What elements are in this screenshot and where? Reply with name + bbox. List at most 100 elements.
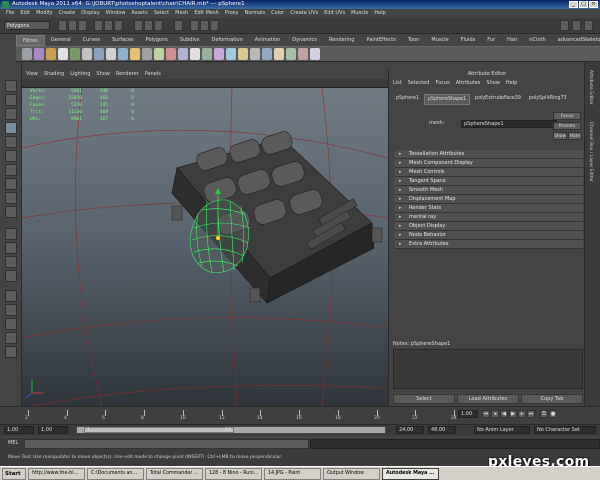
shelf-tab-ncloth[interactable]: nCloth	[523, 35, 551, 46]
select-object-icon[interactable]	[104, 20, 113, 31]
current-frame-field[interactable]: 1.00	[458, 410, 478, 418]
animation-start-field[interactable]: 1.00	[4, 426, 34, 434]
menu-muscle[interactable]: Muscle	[351, 9, 368, 18]
menu-help[interactable]: Help	[374, 9, 385, 18]
playback-start-field[interactable]: 1.00	[38, 426, 68, 434]
snap-grid-icon[interactable]	[134, 20, 143, 31]
shelf-tool-icon[interactable]	[118, 48, 128, 60]
outliner-icon[interactable]	[5, 290, 17, 302]
shelf-tool-icon[interactable]	[310, 48, 320, 60]
shelf-tab-fluids[interactable]: Fluids	[455, 35, 482, 46]
range-slider-thumb[interactable]: 1 24	[84, 427, 234, 433]
key-icon[interactable]: ⚿	[540, 410, 548, 418]
move-tool-icon[interactable]	[5, 122, 17, 134]
ae-menu-help[interactable]: Help	[506, 79, 517, 88]
menu-assets[interactable]: Assets	[131, 9, 147, 18]
shelf-tool-icon[interactable]	[274, 48, 284, 60]
shelf-tab-advancedskeleton[interactable]: advancedSkeleton	[552, 35, 600, 46]
last-tool-icon[interactable]	[5, 206, 17, 218]
snap-curve-icon[interactable]	[144, 20, 153, 31]
taskbar-item[interactable]: 14.JPG - Paint	[264, 468, 321, 480]
ae-menu-list[interactable]: List	[393, 79, 402, 88]
shelf-tab-polygons[interactable]: Polygons	[140, 35, 174, 46]
shelf-tab-animation[interactable]: Animation	[249, 35, 287, 46]
maximize-button[interactable]: □	[579, 1, 588, 8]
shelf-tool-icon[interactable]	[262, 48, 272, 60]
shelf-tool-icon[interactable]	[22, 48, 32, 60]
viewport-menu-view[interactable]: View	[26, 70, 38, 79]
shelf-tool-icon[interactable]	[286, 48, 296, 60]
shelf-tab-general[interactable]: General	[45, 35, 77, 46]
snap-point-icon[interactable]	[154, 20, 163, 31]
show-button[interactable]: Show	[553, 132, 567, 140]
menu-proxy[interactable]: Proxy	[225, 9, 239, 18]
focus-button[interactable]: Focus	[553, 112, 581, 120]
show-attribute-editor-icon[interactable]	[560, 20, 569, 31]
ae-tab-polyextrudeface39[interactable]: polyExtrudeFace39	[472, 94, 524, 105]
go-to-start-icon[interactable]: ⏮	[482, 410, 490, 418]
viewport-menu-panels[interactable]: Panels	[145, 70, 161, 79]
shelf-tool-icon[interactable]	[106, 48, 116, 60]
go-to-end-icon[interactable]: ⏭	[527, 410, 535, 418]
shelf-tool-icon[interactable]	[142, 48, 152, 60]
animation-end-field[interactable]: 48.00	[428, 426, 456, 434]
menu-color[interactable]: Color	[271, 9, 284, 18]
section-object-display[interactable]: Object Display	[395, 222, 583, 231]
menu-edit-uvs[interactable]: Edit UVs	[324, 9, 345, 18]
hide-button[interactable]: Hide	[568, 132, 582, 140]
section-smooth-mesh[interactable]: Smooth Mesh	[395, 186, 583, 195]
play-forward-icon[interactable]: ▶	[509, 410, 517, 418]
select-button[interactable]: Select	[393, 394, 455, 404]
play-backward-icon[interactable]: ◀	[500, 410, 508, 418]
close-button[interactable]: ×	[589, 1, 598, 8]
shelf-tab-dynamics[interactable]: Dynamics	[286, 35, 323, 46]
shelf-tool-icon[interactable]	[214, 48, 224, 60]
shelf-tab-deformation[interactable]: Deformation	[206, 35, 249, 46]
load-attributes-button[interactable]: Load Attributes	[457, 394, 519, 404]
paint-select-tool-icon[interactable]	[5, 108, 17, 120]
ae-tab-polysplitring73[interactable]: polySplitRing73	[526, 94, 570, 105]
viewport-menu-renderer[interactable]: Renderer	[116, 70, 139, 79]
section-render-stats[interactable]: Render Stats	[395, 204, 583, 213]
show-tool-settings-icon[interactable]	[584, 20, 593, 31]
save-scene-icon[interactable]	[78, 20, 87, 31]
select-tool-icon[interactable]	[5, 80, 17, 92]
section-mesh-component-display[interactable]: Mesh Component Display	[395, 159, 583, 168]
menu-normals[interactable]: Normals	[244, 9, 265, 18]
menu-set-selector[interactable]: Polygons	[4, 21, 50, 30]
notes-textarea[interactable]	[393, 349, 583, 389]
menu-edit-mesh[interactable]: Edit Mesh	[194, 9, 218, 18]
rotate-tool-icon[interactable]	[5, 136, 17, 148]
viewport-3d[interactable]: Verts: 5861 246 0 Edges: 15050 460 0 Fac…	[22, 88, 388, 406]
section-displacement-map[interactable]: Displacement Map	[395, 195, 583, 204]
menu-create-uvs[interactable]: Create UVs	[290, 9, 318, 18]
shelf-tab-rendering[interactable]: Rendering	[323, 35, 361, 46]
scale-tool-icon[interactable]	[5, 150, 17, 162]
persp-graph-layout-icon[interactable]	[5, 270, 17, 282]
shelf-tool-icon[interactable]	[130, 48, 140, 60]
viewport-menu-show[interactable]: Show	[96, 70, 110, 79]
taskbar-item[interactable]: Total Commander ...	[146, 468, 203, 480]
select-hierarchy-icon[interactable]	[94, 20, 103, 31]
taskbar-item[interactable]: http://www.the-bl...	[28, 468, 85, 480]
ae-tab-psphere1[interactable]: pSphere1	[393, 94, 422, 105]
menu-display[interactable]: Display	[81, 9, 99, 18]
section-tangent-space[interactable]: Tangent Space	[395, 177, 583, 186]
shelf-tab-subdivs[interactable]: Subdivs	[174, 35, 206, 46]
viewport-menu-shading[interactable]: Shading	[44, 70, 64, 79]
shelf-tab-toon[interactable]: Toon	[402, 35, 426, 46]
graph-editor-icon[interactable]	[5, 304, 17, 316]
history-icon[interactable]	[174, 20, 183, 31]
menu-create[interactable]: Create	[59, 9, 76, 18]
menu-edit[interactable]: Edit	[20, 9, 30, 18]
menu-file[interactable]: File	[6, 9, 14, 18]
show-manip-icon[interactable]	[5, 192, 17, 204]
mel-input[interactable]	[24, 439, 309, 449]
shelf-tool-icon[interactable]	[166, 48, 176, 60]
universal-manip-icon[interactable]	[5, 164, 17, 176]
menu-select[interactable]: Select	[154, 9, 169, 18]
ae-menu-selected[interactable]: Selected	[408, 79, 430, 88]
new-scene-icon[interactable]	[58, 20, 67, 31]
section-extra-attributes[interactable]: Extra Attributes	[395, 240, 583, 249]
shelf-tool-icon[interactable]	[82, 48, 92, 60]
